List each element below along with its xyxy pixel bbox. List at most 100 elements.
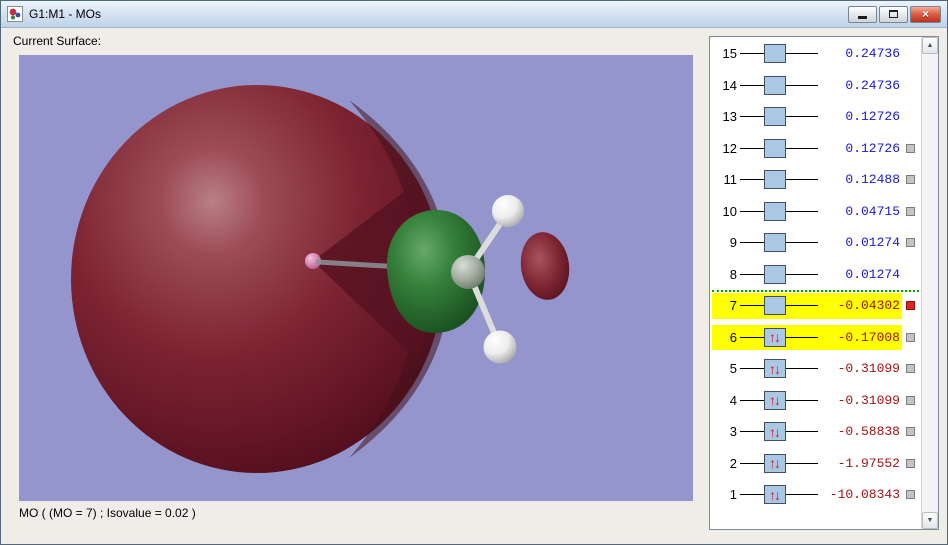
- white-atom-bottom: [483, 330, 517, 364]
- mo-select-checkbox[interactable]: [906, 238, 915, 248]
- mo-level-line: [786, 242, 818, 244]
- mo-row-13[interactable]: 13 0.12726: [710, 101, 921, 133]
- mo-select-checkbox[interactable]: [906, 395, 915, 405]
- mo-row-7[interactable]: 7 -0.04302: [710, 290, 921, 322]
- mo-select-checkbox[interactable]: [906, 364, 915, 374]
- mo-number-label: 12: [722, 140, 737, 156]
- mo-orbital-box[interactable]: [764, 264, 786, 284]
- mo-level-line: [740, 242, 764, 244]
- app-icon: [7, 6, 23, 22]
- mo-orbital-box[interactable]: ↑↓: [764, 453, 786, 473]
- mo-level-line: [740, 273, 764, 275]
- mo-select-checkbox[interactable]: [906, 301, 915, 311]
- mo-energy-value: -0.31099: [837, 361, 900, 377]
- mo-select-checkbox[interactable]: [906, 490, 915, 500]
- mo-orbital-box[interactable]: [764, 107, 786, 127]
- mo-energy-value: -0.04302: [837, 298, 900, 314]
- mo-orbital-box[interactable]: [764, 170, 786, 190]
- spin-arrows-icon: ↑↓: [769, 329, 781, 346]
- mos-window: G1:M1 - MOs × Current Surface: MO ((MO …: [0, 0, 948, 545]
- scroll-up-button[interactable]: ▲: [922, 37, 938, 54]
- scroll-down-button[interactable]: ▼: [922, 512, 938, 529]
- mo-row-8[interactable]: 8 0.01274: [710, 259, 921, 291]
- mo-row-12[interactable]: 12 0.12726: [710, 133, 921, 165]
- mo-number-label: 5: [729, 361, 737, 377]
- mo-level-line: [740, 462, 764, 464]
- mo-level-line: [786, 210, 818, 212]
- mo-row-14[interactable]: 14 0.24736: [710, 70, 921, 102]
- titlebar[interactable]: G1:M1 - MOs ×: [1, 1, 947, 28]
- mo-select-checkbox[interactable]: [906, 458, 915, 468]
- caption-buttons: ×: [846, 5, 941, 23]
- mo-row-1[interactable]: 1 ↑↓ -10.08343: [710, 479, 921, 511]
- mo-select-checkbox[interactable]: [906, 427, 915, 437]
- mo-3d-viewport[interactable]: [19, 55, 693, 501]
- mo-orbital-box[interactable]: ↑↓: [764, 327, 786, 347]
- mo-orbital-box[interactable]: [764, 75, 786, 95]
- mo-row-3[interactable]: 3 ↑↓ -0.58838: [710, 416, 921, 448]
- mo-number-label: 8: [729, 266, 737, 282]
- mo-orbital-box[interactable]: [764, 44, 786, 64]
- mo-level-line: [786, 53, 818, 55]
- mo-row-11[interactable]: 11 0.12488: [710, 164, 921, 196]
- spin-arrows-icon: ↑↓: [769, 360, 781, 377]
- mo-list-scrollbar[interactable]: ▲ ▼: [921, 37, 938, 529]
- mo-level-line: [740, 210, 764, 212]
- mo-orbital-box[interactable]: ↑↓: [764, 390, 786, 410]
- mo-energy-value: -0.31099: [837, 392, 900, 408]
- mo-level-line: [786, 368, 818, 370]
- minimize-button[interactable]: [848, 5, 877, 23]
- close-button[interactable]: ×: [910, 5, 941, 23]
- mo-row-2[interactable]: 2 ↑↓ -1.97552: [710, 448, 921, 480]
- mo-number-label: 6: [729, 329, 737, 345]
- spin-arrows-icon: ↑↓: [769, 423, 781, 440]
- mo-energy-value: -10.08343: [829, 487, 900, 503]
- mo-level-line: [786, 179, 818, 181]
- molecule-orbital-rendering: [19, 55, 693, 501]
- mo-orbital-box[interactable]: ↑↓: [764, 422, 786, 442]
- mo-energy-value: 0.01274: [845, 266, 900, 282]
- mo-select-checkbox[interactable]: [906, 175, 915, 185]
- mo-level-line: [786, 116, 818, 118]
- mo-select-checkbox[interactable]: [906, 332, 915, 342]
- mo-level-line: [740, 336, 764, 338]
- mo-level-line: [786, 305, 818, 307]
- mo-orbital-box[interactable]: ↑↓: [764, 359, 786, 379]
- mo-select-checkbox[interactable]: [906, 206, 915, 216]
- mo-row-6[interactable]: 6 ↑↓ -0.17008: [710, 322, 921, 354]
- spin-arrows-icon: ↑↓: [769, 392, 781, 409]
- mo-orbital-box[interactable]: ↑↓: [764, 485, 786, 505]
- mo-level-line: [786, 431, 818, 433]
- mo-number-label: 1: [729, 487, 737, 503]
- mo-number-label: 10: [722, 203, 737, 219]
- mo-row-9[interactable]: 9 0.01274: [710, 227, 921, 259]
- mo-orbital-box[interactable]: [764, 138, 786, 158]
- spin-arrows-icon: ↑↓: [769, 486, 781, 503]
- mo-energy-value: 0.12726: [845, 109, 900, 125]
- mo-level-line: [786, 84, 818, 86]
- maximize-button[interactable]: [879, 5, 908, 23]
- mo-energy-value: 0.12726: [845, 140, 900, 156]
- mo-level-line: [786, 273, 818, 275]
- mo-level-line: [740, 53, 764, 55]
- mo-level-line: [740, 368, 764, 370]
- mo-row-15[interactable]: 15 0.24736: [710, 38, 921, 70]
- mo-number-label: 2: [729, 455, 737, 471]
- mo-row-5[interactable]: 5 ↑↓ -0.31099: [710, 353, 921, 385]
- mo-row-10[interactable]: 10 0.04715: [710, 196, 921, 228]
- mo-level-line: [740, 147, 764, 149]
- mo-orbital-box[interactable]: [764, 296, 786, 316]
- mo-energy-value: 0.01274: [845, 235, 900, 251]
- mo-row-4[interactable]: 4 ↑↓ -0.31099: [710, 385, 921, 417]
- mo-select-checkbox[interactable]: [906, 143, 915, 153]
- mo-number-label: 14: [722, 77, 737, 93]
- mo-number-label: 7: [729, 298, 737, 314]
- mo-orbital-box[interactable]: [764, 233, 786, 253]
- mo-orbital-box[interactable]: [764, 201, 786, 221]
- mo-number-label: 4: [729, 392, 737, 408]
- mo-level-line: [786, 494, 818, 496]
- mo-level-line: [786, 399, 818, 401]
- mo-number-label: 15: [722, 46, 737, 62]
- mo-level-line: [740, 431, 764, 433]
- current-surface-label: Current Surface:: [13, 34, 102, 48]
